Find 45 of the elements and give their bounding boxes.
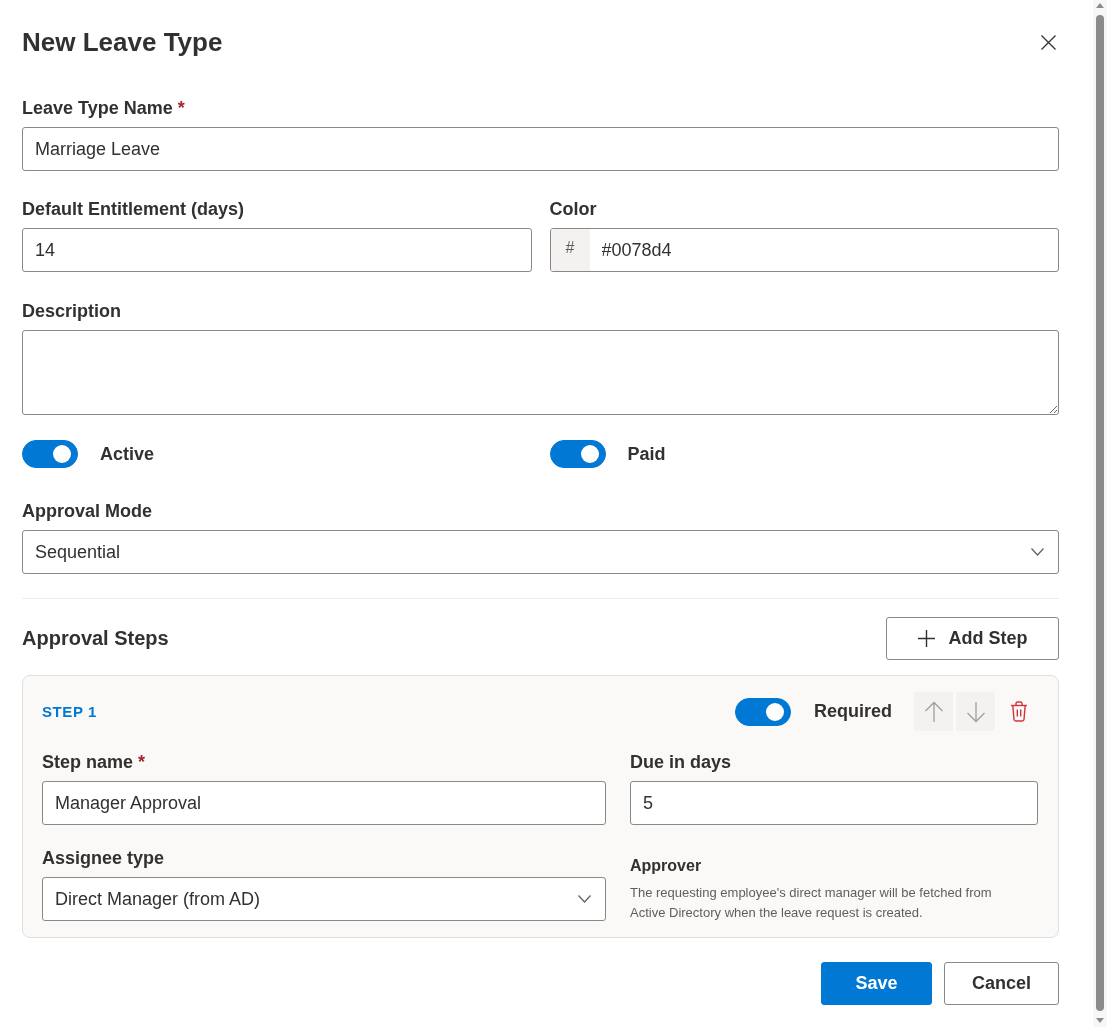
scrollbar-thumb[interactable] — [1096, 15, 1104, 1011]
leave-name-input[interactable]: Marriage Leave — [22, 127, 1059, 171]
section-heading: Approval Steps — [22, 627, 169, 650]
approval-mode-dropdown[interactable]: Sequential — [22, 530, 1059, 574]
scroll-up-icon[interactable] — [1096, 3, 1104, 8]
save-button[interactable]: Save — [821, 962, 932, 1005]
cancel-button[interactable]: Cancel — [944, 962, 1059, 1005]
add-step-button[interactable]: Add Step — [886, 617, 1059, 660]
scroll-down-icon[interactable] — [1096, 1018, 1104, 1023]
plus-icon — [917, 630, 935, 647]
field-label: Leave Type Name — [22, 97, 173, 120]
toggle-switch[interactable] — [549, 440, 606, 468]
field-label: Assignee type — [42, 847, 165, 870]
close-icon[interactable] — [1041, 34, 1056, 50]
due-days-input[interactable]: 5 — [630, 781, 1038, 825]
required-asterisk: * — [177, 97, 185, 120]
toggle-switch[interactable] — [22, 440, 78, 468]
toggle-label: Required — [814, 701, 892, 722]
field-label: Description — [22, 300, 122, 323]
step-name-input[interactable]: Manager Approval — [42, 781, 606, 825]
field-label: Step name — [42, 751, 134, 774]
entitlement-input[interactable]: 14 — [22, 228, 532, 272]
dialog-title: New Leave Type — [22, 26, 223, 58]
toggle-label: Paid — [627, 443, 666, 465]
toggle-switch[interactable] — [735, 697, 791, 726]
chevron-down-icon — [578, 895, 591, 903]
step-title: STEP 1 — [42, 703, 98, 720]
arrow-down-icon — [965, 700, 986, 723]
field-label: Default Entitlement (days) — [22, 198, 245, 221]
color-value-input[interactable]: #0078d4 — [589, 229, 1058, 271]
trash-icon[interactable] — [1010, 701, 1028, 722]
hash-prefix: # — [550, 229, 590, 271]
assignee-type-dropdown[interactable]: Direct Manager (from AD) — [42, 877, 606, 921]
required-asterisk: * — [138, 751, 146, 774]
approver-note: The requesting employee's direct manager will be fetched from Active Directory when the leave request is created. — [630, 884, 993, 922]
approver-heading: Approver — [630, 856, 703, 876]
toggle-label: Active — [100, 443, 155, 465]
arrow-up-icon — [923, 700, 944, 723]
field-label: Color — [549, 198, 597, 221]
scrollbar[interactable] — [1093, 0, 1107, 1027]
field-label: Due in days — [630, 751, 732, 774]
chevron-down-icon — [1031, 548, 1044, 556]
description-field[interactable] — [22, 330, 1059, 415]
field-label: Approval Mode — [22, 500, 152, 523]
color-field[interactable]: # #0078d4 — [549, 228, 1059, 272]
